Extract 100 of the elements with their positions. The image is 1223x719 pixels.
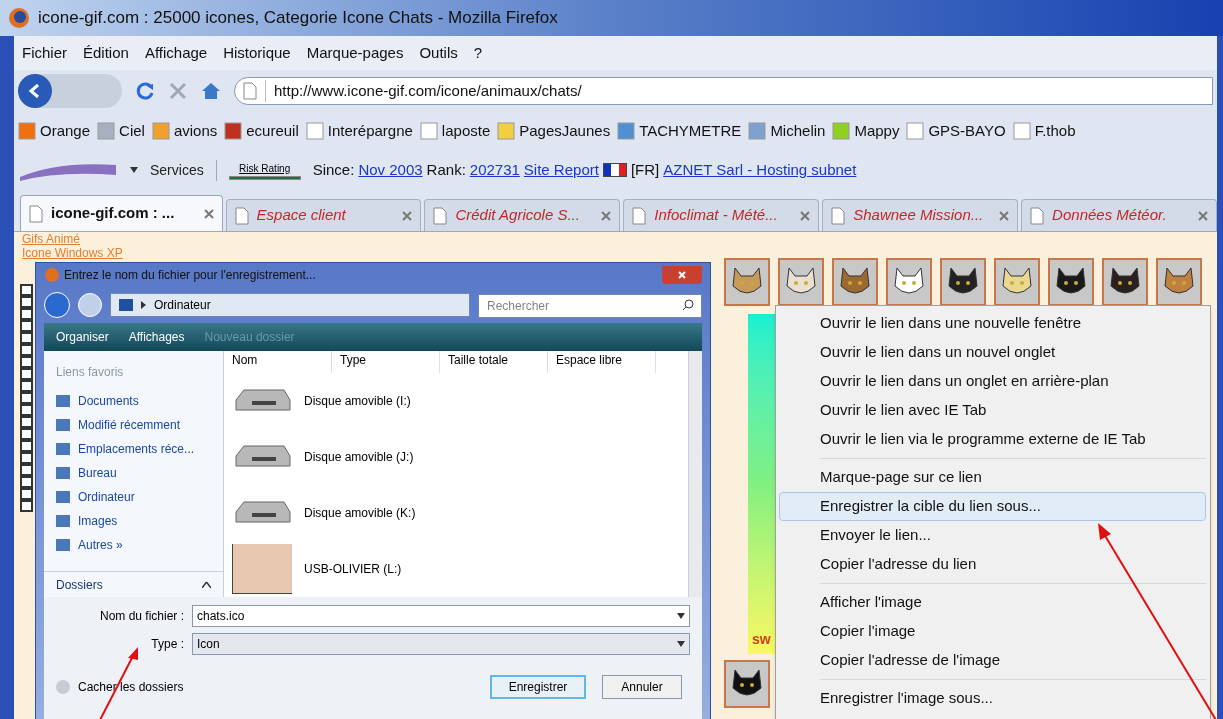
favorite-link[interactable]: Documents [78,392,139,410]
services-menu[interactable]: Services [150,159,217,181]
forward-button[interactable] [78,293,102,317]
close-tab-icon[interactable] [601,210,612,221]
browser-tab[interactable]: Crédit Agricole S... [424,199,621,231]
bookmark-icon [617,122,636,140]
column-header[interactable]: Nom [224,351,332,373]
file-item[interactable]: Disque amovible (I:) [224,373,688,429]
menu-item[interactable]: Copier l'image [776,617,1206,646]
file-item[interactable]: Disque amovible (J:) [224,429,688,485]
menu-item[interactable]: Marque-page sur ce lien [776,463,1206,492]
folders-label: Dossiers [56,576,103,594]
menu-item[interactable]: Copier l'adresse de l'image [776,646,1206,675]
bookmark-link[interactable]: TACHYMETRE [639,119,742,143]
menu-item[interactable]: Afficher l'image [776,588,1206,617]
menu-item[interactable]: ? [473,41,483,65]
favorite-link[interactable]: Images [78,512,118,530]
menu-item[interactable]: Marque-pages [306,41,404,65]
bookmark-link[interactable]: PagesJaunes [519,119,611,143]
close-tab-icon[interactable] [999,210,1010,221]
menu-item[interactable]: Enregistrer la cible du lien sous... [779,492,1206,521]
menu-item[interactable]: Copier l'adresse du lien [776,550,1206,579]
home-icon[interactable] [200,80,222,102]
bookmark-link[interactable]: Mappy [854,119,900,143]
search-field[interactable]: Rechercher [478,293,702,318]
bookmark-icon [906,122,925,140]
menu-item[interactable]: Envoyer le lien... [776,521,1206,550]
bookmark-link[interactable]: GPS-BAYO [928,119,1006,143]
site-report-link[interactable]: Site Report [523,158,599,182]
toolbar-button[interactable]: Affichages [128,328,185,346]
menu-item[interactable]: Ouvrir le lien avec IE Tab [776,396,1206,425]
back-forward-button[interactable] [18,74,122,108]
close-tab-icon[interactable] [800,210,811,221]
cat-icon[interactable] [940,258,986,306]
bookmark-link[interactable]: Ciel [119,119,145,143]
hide-folders-button[interactable]: Cacher les dossiers [56,678,490,696]
favorite-link[interactable]: Autres » [78,536,123,554]
since-label: Since: [312,159,355,180]
cat-icon[interactable] [724,660,770,708]
bookmark-link[interactable]: Orange [40,119,91,143]
favorite-link[interactable]: Modifié récemment [78,416,181,434]
menu-item[interactable]: Enregistrer l'image sous... [776,684,1206,713]
column-header[interactable]: Espace libre [548,351,656,373]
favorite-link[interactable]: Bureau [78,464,117,482]
page-icon [632,206,647,225]
bookmark-link[interactable]: F.thob [1034,119,1076,143]
banner-text: sw [751,630,772,649]
menu-item[interactable]: Outils [419,41,458,65]
close-tab-icon[interactable] [402,210,413,221]
close-tab-icon[interactable] [203,208,214,219]
bookmark-link[interactable]: ecureuil [246,119,299,143]
browser-tab[interactable]: Infoclimat - Mété... [623,199,820,231]
bookmark-icon [1012,122,1031,140]
bookmark-icon [18,122,36,140]
dialog-button[interactable]: Enregistrer [490,675,586,699]
cat-icon[interactable] [1102,258,1148,306]
menu-item[interactable]: Ouvrir le lien via le programme externe de IE Tab [776,425,1206,454]
bookmark-link[interactable]: Interépargne [327,119,413,143]
cat-icon[interactable] [1048,258,1094,306]
browser-tab[interactable]: icone-gif.com : ... [20,195,223,231]
dialog-button[interactable]: Annuler [602,675,682,699]
file-item[interactable]: USB-OLIVIER (L:) [224,541,688,597]
bookmark-link[interactable]: laposte [441,119,491,143]
address-bar[interactable]: http://www.icone-gif.com/icone/animaux/chats/ [234,77,1213,105]
bookmark-link[interactable]: Michelin [770,119,826,143]
menu-item[interactable]: Fichier [22,41,67,65]
close-tab-icon[interactable] [1198,210,1208,221]
page-icon [243,82,257,100]
field-label: Type : [150,636,184,653]
dialog-title: Entrez le nom du fichier pour l'enregistrement... [64,267,317,284]
browser-tab[interactable]: Données Météor. [1021,199,1217,231]
bookmark-link[interactable]: avions [173,119,218,143]
scrollbar[interactable] [688,351,702,597]
menu-item[interactable]: Édition [83,41,129,65]
filename-field[interactable]: chats.ico [192,605,690,627]
cat-icon[interactable] [832,258,878,306]
path-field[interactable]: Ordinateur [110,293,470,317]
cat-icon[interactable] [886,258,932,306]
rank-link[interactable]: 202731 [469,158,520,182]
favorite-link[interactable]: Ordinateur [78,488,135,506]
close-button[interactable] [662,266,702,284]
browser-tab[interactable]: Shawnee Mission... [822,199,1019,231]
menu-item[interactable]: Ouvrir le lien dans un onglet en arrière-plan [776,367,1206,396]
reload-icon[interactable] [134,80,156,102]
type-dropdown[interactable]: Icon [192,633,690,655]
toolbar-button[interactable]: Organiser [56,328,109,346]
menu-item[interactable]: Historique [223,41,291,65]
menu-item[interactable]: Affichage [144,41,208,65]
file-item[interactable]: Disque amovible (K:) [224,485,688,541]
back-button[interactable] [44,292,70,318]
column-header[interactable]: Type [332,351,440,373]
host-link[interactable]: AZNET Sarl - Hosting subnet [663,158,857,182]
menu-item[interactable]: Ouvrir le lien dans une nouvelle fenêtre [776,309,1206,338]
since-link[interactable]: Nov 2003 [358,158,423,182]
menu-item[interactable]: Ouvrir le lien dans un nouvel onglet [776,338,1206,367]
browser-tab[interactable]: Espace client [225,199,422,231]
column-header[interactable]: Taille totale [440,351,548,373]
page-icon [831,206,846,225]
page-icon [1030,206,1045,225]
favorite-link[interactable]: Emplacements réce... [78,440,195,458]
